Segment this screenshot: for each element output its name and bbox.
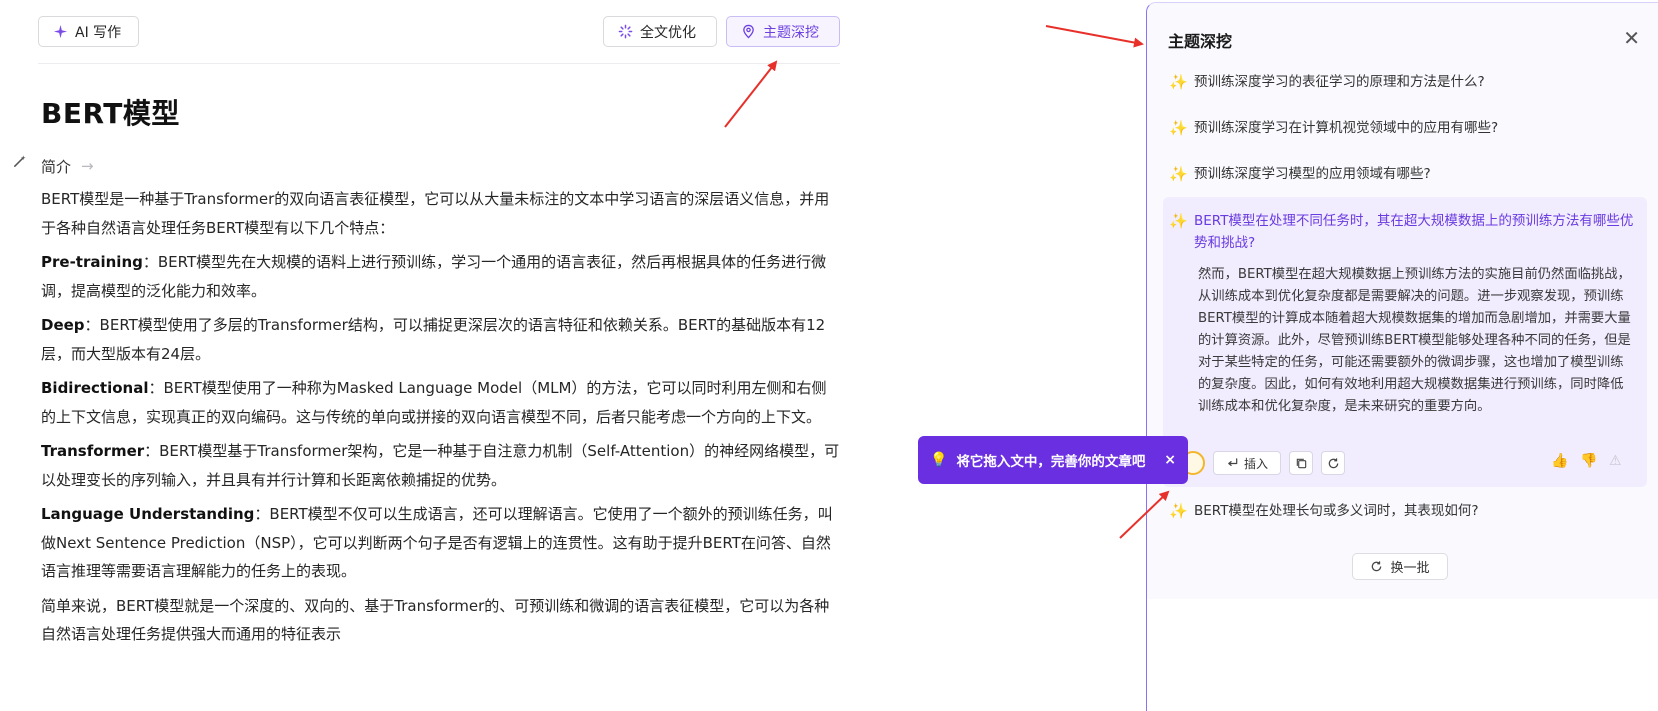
question-text: 预训练深度学习在计算机视觉领域中的应用有哪些?: [1194, 120, 1499, 136]
refresh-icon: [1372, 561, 1382, 572]
document-header: BERT模型 简介 →: [41, 94, 841, 176]
feature-text: ：BERT模型基于Transformer架构，它是一种基于自注意力机制（Self…: [41, 442, 840, 489]
question-item[interactable]: ✨ 预训练深度学习的表征学习的原理和方法是什么?: [1169, 71, 1639, 93]
feature-term: Bidirectional: [41, 379, 149, 397]
question-text: 预训练深度学习模型的应用领域有哪些?: [1194, 166, 1431, 182]
editor-toolbar: AI 写作 全文优化 主题深挖: [38, 16, 840, 64]
ai-write-button[interactable]: AI 写作: [38, 16, 139, 47]
active-question-text: BERT模型在处理不同任务时，其在超大规模数据上的预训练方法有哪些优势和挑战?: [1194, 213, 1634, 251]
feature-text: ：BERT模型先在大规模的语料上进行预训练，学习一个通用的语言表征，然后再根据具…: [41, 253, 827, 300]
close-icon[interactable]: ✕: [1623, 28, 1640, 48]
full-optimize-button[interactable]: 全文优化: [603, 16, 717, 47]
feature-term: Pre-training: [41, 253, 143, 271]
sparkle-icon: ✨: [1169, 73, 1188, 91]
feature-paragraph: Bidirectional：BERT模型使用了一种称为Masked Langua…: [41, 374, 841, 431]
sparkle-icon: [53, 24, 68, 39]
refresh-batch-button[interactable]: 换一批: [1352, 553, 1448, 580]
feature-paragraph: Pre-training：BERT模型先在大规模的语料上进行预训练，学习一个通用…: [41, 248, 841, 305]
thumb-up-icon[interactable]: 👍: [1551, 453, 1568, 469]
loading-spark-icon: [618, 24, 633, 39]
topic-deep-dive-panel: 主题深挖 ✕ ✨ 预训练深度学习的表征学习的原理和方法是什么? ✨ 预训练深度学…: [1146, 2, 1658, 711]
question-item[interactable]: ✨ BERT模型在处理长句或多义词时，其表现如何?: [1169, 500, 1639, 522]
sparkle-icon: ✨: [1169, 119, 1188, 137]
full-optimize-label: 全文优化: [640, 24, 696, 41]
copy-icon: [1296, 458, 1306, 468]
refresh-icon: [1328, 457, 1338, 468]
document-title[interactable]: BERT模型: [41, 94, 841, 134]
section-heading[interactable]: 简介 →: [41, 152, 94, 180]
annotation-arrow: [1045, 25, 1144, 48]
answer-actions: 插入: [1181, 450, 1345, 476]
feature-text: ：BERT模型使用了多层的Transformer结构，可以捕捉更深层次的语言特征…: [41, 316, 826, 363]
feature-paragraph: Language Understanding：BERT模型不仅可以生成语言，还可…: [41, 500, 841, 586]
feature-paragraph: Transformer：BERT模型基于Transformer架构，它是一种基于…: [41, 437, 841, 494]
feature-term: Transformer: [41, 442, 145, 460]
question-text: BERT模型在处理长句或多义词时，其表现如何?: [1194, 503, 1479, 519]
warning-icon[interactable]: ⚠: [1609, 453, 1622, 469]
refresh-batch-label: 换一批: [1390, 561, 1430, 576]
location-bulb-icon: [743, 24, 754, 39]
sparkle-icon: ✨: [1169, 212, 1188, 230]
copy-button[interactable]: [1289, 451, 1313, 475]
sparkle-icon: ✨: [1169, 502, 1188, 520]
drag-hint-tooltip: 💡 将它拖入文中，完善你的文章吧 ×: [918, 436, 1188, 484]
enter-icon: [1228, 457, 1238, 466]
question-text: 预训练深度学习的表征学习的原理和方法是什么?: [1194, 74, 1485, 90]
tooltip-text: 将它拖入文中，完善你的文章吧: [956, 454, 1146, 470]
topic-deep-dive-button[interactable]: 主题深挖: [726, 16, 840, 47]
topic-deep-dive-label: 主题深挖: [763, 24, 819, 41]
summary-paragraph: 简单来说，BERT模型就是一个深度的、双向的、基于Transformer的、可预…: [41, 596, 830, 644]
lightbulb-icon: 💡: [930, 452, 948, 468]
close-icon[interactable]: ×: [1164, 452, 1176, 468]
feature-term: Language Understanding: [41, 505, 255, 523]
section-label: 简介: [41, 157, 72, 176]
arrow-right-icon: →: [81, 157, 94, 175]
ai-write-label: AI 写作: [75, 24, 122, 41]
insert-button[interactable]: 插入: [1213, 451, 1281, 475]
sparkle-icon: ✨: [1169, 165, 1188, 183]
question-item[interactable]: ✨ 预训练深度学习在计算机视觉领域中的应用有哪些?: [1169, 117, 1639, 139]
feature-paragraph: Deep：BERT模型使用了多层的Transformer结构，可以捕捉更深层次的…: [41, 311, 841, 368]
thumb-down-icon[interactable]: 👎: [1580, 453, 1597, 469]
feature-text: ：BERT模型使用了一种称为Masked Language Model（MLM）…: [41, 379, 827, 426]
question-item[interactable]: ✨ 预训练深度学习模型的应用领域有哪些?: [1169, 163, 1639, 185]
intro-paragraph: BERT模型是一种基于Transformer的双向语言表征模型，它可以从大量未标…: [41, 190, 830, 237]
active-question[interactable]: ✨ BERT模型在处理不同任务时，其在超大规模数据上的预训练方法有哪些优势和挑战…: [1169, 210, 1634, 254]
feature-term: Deep: [41, 316, 85, 334]
magic-wand-icon[interactable]: [8, 150, 30, 172]
regenerate-button[interactable]: [1321, 451, 1345, 475]
document-body[interactable]: BERT模型是一种基于Transformer的双向语言表征模型，它可以从大量未标…: [41, 185, 841, 655]
panel-title: 主题深挖: [1168, 32, 1233, 51]
insert-label: 插入: [1243, 456, 1268, 471]
answer-text[interactable]: 然而，BERT模型在超大规模数据上预训练方法的实施目前仍然面临挑战，从训练成本到…: [1198, 264, 1634, 418]
